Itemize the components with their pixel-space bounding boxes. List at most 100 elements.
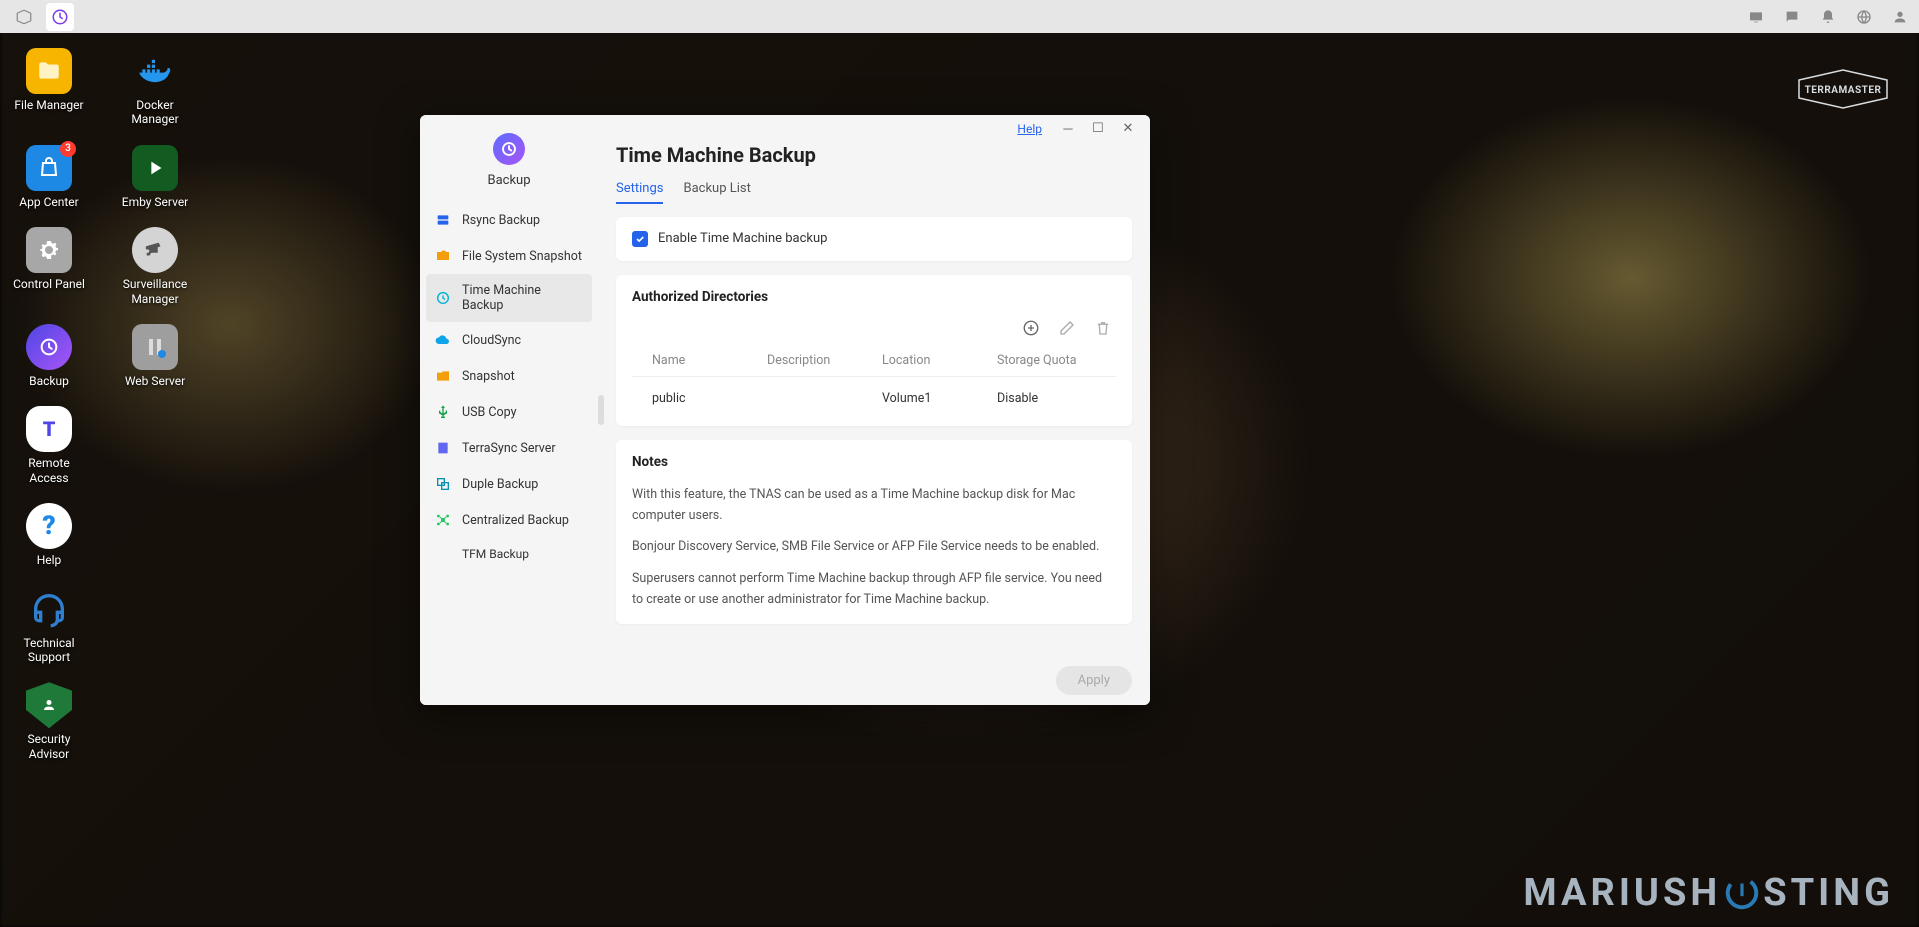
backup-app-icon [493, 133, 525, 165]
note-line: Superusers cannot perform Time Machine b… [632, 568, 1116, 611]
server-icon [132, 324, 178, 370]
bell-icon[interactable] [1819, 8, 1837, 26]
card-title: Authorized Directories [632, 289, 1116, 305]
globe-icon[interactable] [1855, 8, 1873, 26]
clock-icon [26, 324, 72, 370]
help-link[interactable]: Help [1017, 122, 1042, 136]
desktop-icon-label: Docker Manager [116, 98, 194, 127]
sidebar-item-rsync-backup[interactable]: Rsync Backup [420, 202, 598, 238]
central-icon [434, 511, 452, 529]
desktop-icon-label: Help [37, 553, 62, 567]
desktop-icon-label: Control Panel [13, 277, 85, 291]
table-row[interactable]: public Volume1 Disable [632, 377, 1116, 412]
sidebar-item-duple-backup[interactable]: Duple Backup [420, 466, 598, 502]
desktop-icon-label: File Manager [14, 98, 83, 112]
desktop-icon-label: Backup [29, 374, 69, 388]
desktop-icon-backup[interactable]: Backup [10, 324, 88, 388]
desktop-icon-label: Remote Access [10, 456, 88, 485]
rsync-icon [434, 211, 452, 229]
sidebar-item-tfm-backup[interactable]: TFM Backup [420, 538, 598, 570]
enable-label: Enable Time Machine backup [658, 231, 827, 246]
backup-window: Backup Rsync Backup File System Snapshot T… [420, 115, 1150, 705]
desktop-icon-app-center[interactable]: 3 App Center [10, 145, 88, 209]
desktop-icon-security-advisor[interactable]: Security Advisor [10, 682, 88, 761]
notes-card: Notes With this feature, the TNAS can be… [616, 440, 1132, 624]
delete-icon[interactable] [1094, 319, 1112, 337]
sidebar-item-usb-copy[interactable]: USB Copy [420, 394, 598, 430]
duple-icon [434, 475, 452, 493]
enable-checkbox[interactable] [632, 231, 648, 247]
desktop-icon-help[interactable]: ? Help [10, 503, 88, 567]
desktop-icon-label: App Center [19, 195, 78, 209]
sidebar-item-time-machine-backup[interactable]: Time Machine Backup [426, 274, 592, 322]
apply-button[interactable]: Apply [1056, 666, 1132, 695]
desktop-icon-surveillance[interactable]: Surveillance Manager [116, 227, 194, 306]
window-sidebar: Backup Rsync Backup File System Snapshot T… [420, 115, 598, 705]
badge: 3 [60, 141, 76, 157]
tab-backup-list[interactable]: Backup List [683, 181, 750, 204]
table-header: Name Description Location Storage Quota [632, 345, 1116, 377]
note-line: Bonjour Discovery Service, SMB File Serv… [632, 536, 1116, 557]
tab-bar: Settings Backup List [616, 181, 1132, 205]
sidebar-item-label: USB Copy [462, 405, 517, 420]
taskbar-app-dashboard[interactable] [10, 3, 38, 31]
brand-logo: TERRAMASTER [1797, 68, 1889, 114]
edit-icon[interactable] [1058, 319, 1076, 337]
desktop-icon-file-manager[interactable]: File Manager [10, 48, 88, 127]
snap-icon [434, 367, 452, 385]
user-icon[interactable] [1891, 8, 1909, 26]
desktop-icon-label: Surveillance Manager [116, 277, 194, 306]
enable-card: Enable Time Machine backup [616, 217, 1132, 261]
sidebar-item-cloudsync[interactable]: CloudSync [420, 322, 598, 358]
camera-icon [132, 227, 178, 273]
monitor-icon[interactable] [1747, 8, 1765, 26]
sidebar-item-label: Time Machine Backup [462, 283, 578, 313]
tab-settings[interactable]: Settings [616, 181, 663, 204]
cloud-icon: T [26, 406, 72, 452]
usb-icon [434, 403, 452, 421]
sidebar-item-label: Duple Backup [462, 477, 538, 492]
sidebar-item-label: File System Snapshot [462, 249, 582, 264]
taskbar-app-backup[interactable] [46, 3, 74, 31]
sidebar-item-terrasync-server[interactable]: TerraSync Server [420, 430, 598, 466]
sidebar-item-label: Snapshot [462, 369, 515, 384]
desktop-icon-grid: File Manager Docker Manager 3 App Center… [10, 48, 194, 761]
add-icon[interactable] [1022, 319, 1040, 337]
sidebar-item-file-system-snapshot[interactable]: File System Snapshot [420, 238, 598, 274]
note-line: With this feature, the TNAS can be used … [632, 484, 1116, 527]
sidebar-title: Backup [487, 173, 530, 188]
maximize-button[interactable]: ☐ [1086, 117, 1110, 141]
headset-icon [26, 586, 72, 632]
desktop-icon-label: Emby Server [122, 195, 189, 209]
sidebar-item-label: TerraSync Server [462, 441, 556, 456]
desktop-icon-web-server[interactable]: Web Server [116, 324, 194, 388]
terrasync-icon [434, 439, 452, 457]
desktop-icon-control-panel[interactable]: Control Panel [10, 227, 88, 306]
cloud-icon [434, 331, 452, 349]
question-icon: ? [26, 503, 72, 549]
minimize-button[interactable]: ─ [1056, 117, 1080, 141]
folder-icon [26, 48, 72, 94]
sidebar-item-snapshot[interactable]: Snapshot [420, 358, 598, 394]
desktop-icon-remote[interactable]: T Remote Access [10, 406, 88, 485]
desktop-icon-label: Technical Support [10, 636, 88, 665]
chat-icon[interactable] [1783, 8, 1801, 26]
close-button[interactable]: ✕ [1116, 117, 1140, 141]
play-icon [132, 145, 178, 191]
desktop-icon-emby[interactable]: Emby Server [116, 145, 194, 209]
notes-title: Notes [632, 454, 1116, 470]
shield-icon [26, 682, 72, 728]
gear-icon [26, 227, 72, 273]
taskbar [0, 0, 1919, 33]
desktop-icon-label: Web Server [125, 374, 185, 388]
page-title: Time Machine Backup [616, 143, 1132, 167]
sidebar-item-label: Rsync Backup [462, 213, 540, 228]
sidebar-item-label: CloudSync [462, 333, 521, 348]
desktop-icon-docker[interactable]: Docker Manager [116, 48, 194, 127]
desktop-icon-tech-support[interactable]: Technical Support [10, 586, 88, 665]
window-titlebar: Help ─ ☐ ✕ [598, 115, 1150, 143]
svg-text:TERRAMASTER: TERRAMASTER [1805, 85, 1882, 96]
resize-handle[interactable] [598, 395, 604, 425]
desktop-icon-label: Security Advisor [10, 732, 88, 761]
sidebar-item-centralized-backup[interactable]: Centralized Backup [420, 502, 598, 538]
